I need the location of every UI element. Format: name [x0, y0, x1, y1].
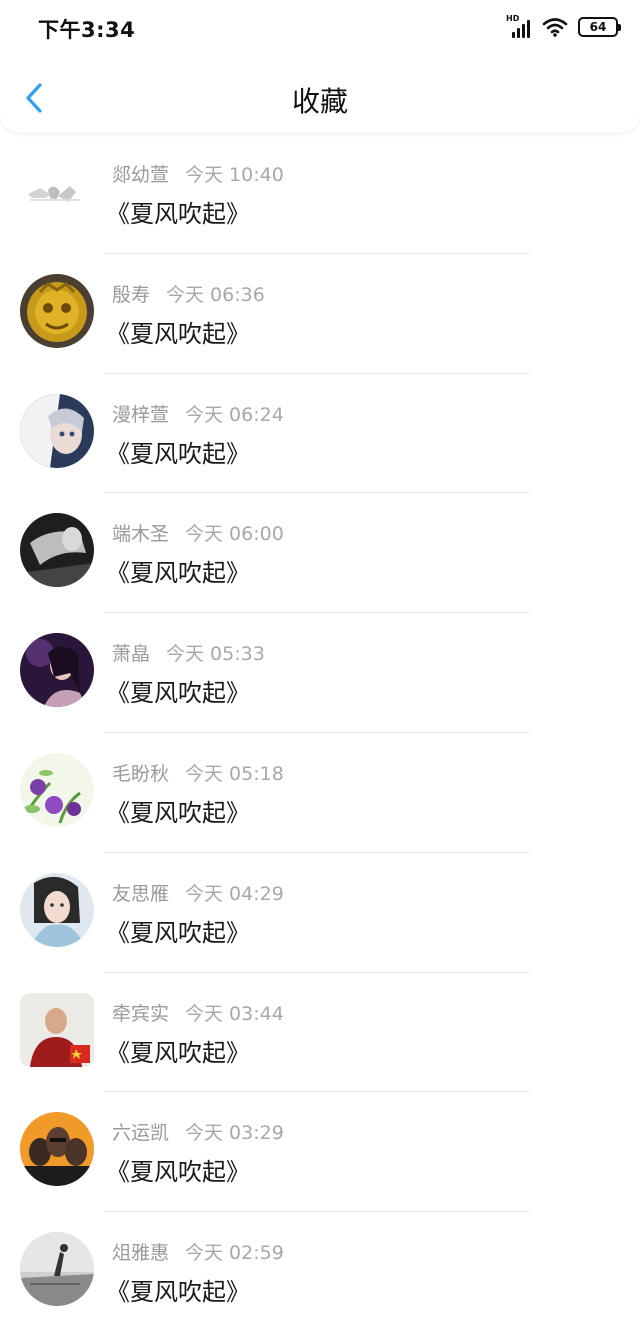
woman-portrait-avatar-icon [20, 633, 94, 708]
item-time: 今天 03:44 [185, 1002, 284, 1025]
avatar[interactable] [20, 752, 94, 827]
item-meta: 俎雅惠 今天 02:59 [112, 1238, 284, 1265]
battery-icon: 64 [578, 17, 621, 37]
list-item[interactable]: 郯幼萱 今天 10:40 《夏风吹起》 [0, 134, 640, 254]
avatar[interactable] [20, 154, 94, 228]
item-title: 《夏风吹起》 [106, 679, 250, 708]
status-icons: HD 64 [506, 14, 621, 40]
avatar[interactable] [20, 872, 94, 947]
list-item[interactable]: 端木圣 今天 06:00 《夏风吹起》 [0, 493, 640, 614]
avatar[interactable] [20, 992, 94, 1067]
sketch-avatar-icon [20, 154, 94, 228]
list-item[interactable]: 友思雁 今天 04:29 《夏风吹起》 [0, 853, 640, 973]
golden-mask-avatar-icon [20, 273, 94, 348]
item-meta: 毛盼秋 今天 05:18 [112, 759, 284, 786]
avatar[interactable] [20, 1112, 94, 1187]
status-time: 下午3:34 [38, 18, 136, 42]
item-title: 《夏风吹起》 [106, 559, 250, 588]
item-time: 今天 05:18 [185, 762, 284, 785]
item-title: 《夏风吹起》 [106, 918, 250, 947]
bw-scene-avatar-icon [20, 1232, 94, 1307]
item-time: 今天 06:36 [166, 283, 265, 306]
author-name: 俎雅惠 [112, 1242, 170, 1265]
item-time: 今天 06:24 [185, 403, 284, 426]
item-title: 《夏风吹起》 [106, 1038, 250, 1067]
list-item[interactable]: 漫梓萱 今天 06:24 《夏风吹起》 [0, 374, 640, 494]
avatar[interactable] [20, 273, 94, 348]
author-name: 友思雁 [112, 882, 170, 905]
item-meta: 六运凯 今天 03:29 [112, 1118, 284, 1145]
item-meta: 郯幼萱 今天 10:40 [112, 160, 284, 187]
signal-icon: HD [506, 14, 532, 38]
item-title: 《夏风吹起》 [106, 1158, 250, 1187]
hd-label: HD [506, 14, 520, 23]
item-time: 今天 04:29 [185, 882, 284, 905]
avatar[interactable] [20, 513, 94, 588]
list-item[interactable]: 六运凯 今天 03:29 《夏风吹起》 [0, 1092, 640, 1213]
page-title: 收藏 [291, 85, 348, 118]
item-time: 今天 10:40 [185, 164, 284, 186]
item-meta: 端木圣 今天 06:00 [112, 519, 284, 546]
bw-portrait-avatar-icon [20, 513, 94, 588]
anime-avatar-icon [20, 393, 94, 468]
flowers-avatar-icon [20, 752, 94, 827]
item-time: 今天 02:59 [185, 1242, 284, 1265]
item-time: 今天 06:00 [185, 523, 284, 546]
list-item[interactable]: 毛盼秋 今天 05:18 《夏风吹起》 [0, 733, 640, 853]
favorites-list: 郯幼萱 今天 10:40 《夏风吹起》 殷寿 今天 06:36 《夏风吹起》 漫… [0, 134, 640, 1330]
author-name: 殷寿 [112, 283, 151, 306]
item-title: 《夏风吹起》 [106, 1278, 250, 1307]
item-title: 《夏风吹起》 [106, 200, 250, 228]
avatar[interactable] [20, 1232, 94, 1307]
item-title: 《夏风吹起》 [106, 319, 250, 348]
item-meta: 牵宾实 今天 03:44 [112, 999, 284, 1026]
author-name: 牵宾实 [112, 1002, 170, 1025]
woman-hanfu-avatar-icon [20, 872, 94, 947]
battery-level: 64 [589, 20, 607, 34]
list-item[interactable]: 萧皛 今天 05:33 《夏风吹起》 [0, 613, 640, 733]
avatar[interactable] [20, 393, 94, 468]
author-name: 郯幼萱 [112, 164, 170, 186]
author-name: 六运凯 [112, 1122, 170, 1145]
avatar[interactable] [20, 633, 94, 708]
item-time: 今天 05:33 [166, 643, 265, 666]
wifi-icon [542, 18, 568, 37]
author-name: 漫梓萱 [112, 403, 170, 426]
list-item[interactable]: 俎雅惠 今天 02:59 《夏风吹起》 [0, 1212, 640, 1330]
top-bar: 下午3:34 HD 64 收藏 [0, 0, 640, 132]
man-portrait-avatar-icon [20, 992, 94, 1067]
group-photo-avatar-icon [20, 1112, 94, 1187]
item-title: 《夏风吹起》 [106, 798, 250, 827]
list-item[interactable]: 殷寿 今天 06:36 《夏风吹起》 [0, 254, 640, 374]
item-meta: 萧皛 今天 05:33 [112, 639, 265, 666]
item-meta: 殷寿 今天 06:36 [112, 280, 265, 307]
author-name: 毛盼秋 [112, 762, 170, 785]
item-meta: 友思雁 今天 04:29 [112, 879, 284, 906]
item-meta: 漫梓萱 今天 06:24 [112, 400, 284, 427]
item-time: 今天 03:29 [185, 1122, 284, 1145]
author-name: 萧皛 [112, 643, 151, 666]
list-item[interactable]: 牵宾实 今天 03:44 《夏风吹起》 [0, 973, 640, 1093]
item-title: 《夏风吹起》 [106, 439, 250, 468]
author-name: 端木圣 [112, 523, 170, 546]
